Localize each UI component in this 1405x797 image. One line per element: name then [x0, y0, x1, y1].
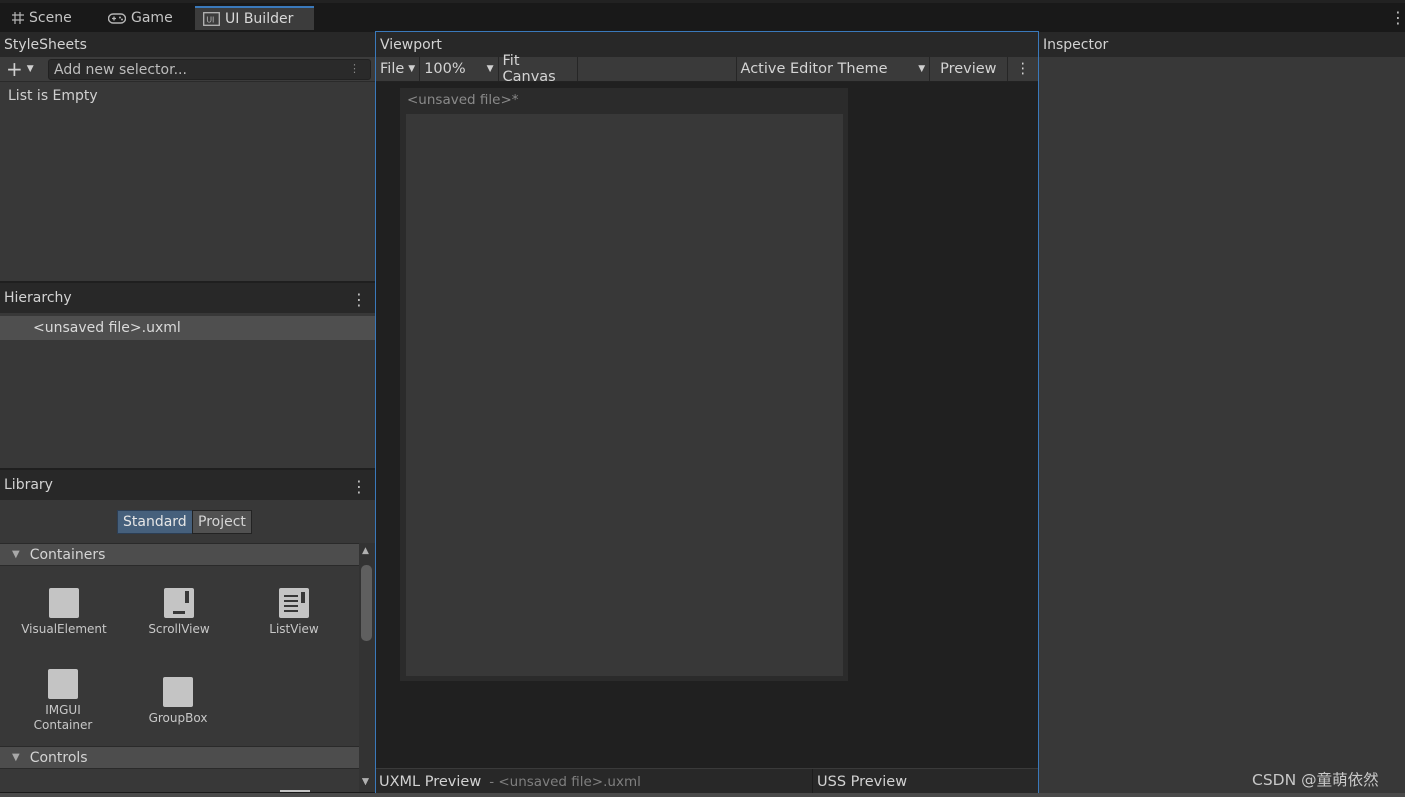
library-scrollbar-thumb[interactable]	[361, 565, 372, 641]
library-item-scrollview[interactable]: ScrollView	[129, 588, 229, 637]
fit-canvas-label: Fit Canvas	[502, 53, 556, 85]
tab-ui-builder[interactable]: UI UI Builder	[195, 6, 314, 30]
tab-scene[interactable]: Scene	[4, 6, 80, 30]
add-selector-placeholder: Add new selector...	[54, 61, 187, 78]
inspector-title: Inspector	[1043, 36, 1109, 53]
theme-selected: Active Editor Theme	[740, 61, 888, 77]
tab-scene-label: Scene	[29, 10, 72, 26]
canvas-frame[interactable]: <unsaved file>*	[400, 88, 848, 681]
imgui-container-icon	[48, 669, 78, 699]
preview-label: Preview	[940, 61, 997, 77]
chevron-down-icon: ▼	[486, 64, 494, 74]
hierarchy-header: Hierarchy ⋮	[0, 283, 375, 313]
library-title: Library	[4, 477, 53, 493]
section-containers[interactable]: ▼ Containers	[0, 543, 359, 566]
scroll-view-icon	[164, 588, 194, 618]
uxml-preview-title: UXML Preview	[379, 774, 482, 790]
chevron-down-icon: ▼	[26, 64, 34, 74]
window-menu-dots-icon[interactable]: ⋮	[1390, 10, 1405, 26]
plus-icon: +	[6, 57, 23, 81]
preview-toggle[interactable]: Preview	[930, 57, 1008, 81]
watermark-text: CSDN @童萌依然	[1252, 771, 1379, 789]
stylesheets-header: StyleSheets	[0, 32, 375, 57]
preview-divider	[812, 769, 813, 793]
toolbar-spacer	[577, 57, 736, 81]
bottom-border	[0, 793, 1405, 797]
collapse-triangle-icon[interactable]: ▼	[362, 777, 369, 787]
library-item-label: ListView	[269, 622, 319, 636]
scroll-up-icon[interactable]: ▲	[362, 546, 369, 556]
library-item-label: IMGUI Container	[33, 703, 93, 732]
library-item-label: GroupBox	[148, 711, 208, 725]
library-scrollbar[interactable]: ▲ ▼	[359, 543, 375, 792]
library-item-groupbox[interactable]: GroupBox	[128, 677, 228, 726]
library-tab-project[interactable]: Project	[192, 510, 252, 534]
chevron-down-icon: ▼	[408, 64, 416, 74]
stylesheets-empty-message: List is Empty	[8, 88, 98, 104]
tab-ui-builder-label: UI Builder	[225, 11, 294, 27]
chevron-down-icon: ▼	[918, 64, 926, 74]
library-tab-standard[interactable]: Standard	[117, 510, 193, 534]
canvas-document[interactable]	[406, 114, 843, 676]
uxml-preview-subtitle: - <unsaved file>.uxml	[489, 774, 641, 790]
library-item-imgui-container[interactable]: IMGUI Container	[13, 669, 113, 733]
zoom-value: 100%	[424, 61, 466, 77]
svg-text:UI: UI	[206, 16, 214, 25]
gamepad-icon	[108, 12, 126, 24]
inspector-header: Inspector	[1039, 32, 1405, 57]
library-menu-icon[interactable]: ⋮	[351, 477, 367, 496]
theme-dropdown[interactable]: Active Editor Theme ▼	[735, 57, 931, 81]
add-selector-input[interactable]: Add new selector... ⋮	[48, 59, 371, 80]
stylesheets-title: StyleSheets	[4, 36, 87, 53]
file-menu-button[interactable]: File ▼	[376, 57, 421, 81]
viewport-menu-dots-icon[interactable]: ⋮	[1007, 57, 1038, 81]
selector-options-icon: ⋮	[349, 62, 360, 75]
expand-triangle-icon: ▼	[12, 752, 20, 763]
hierarchy-item[interactable]: <unsaved file>.uxml	[0, 316, 375, 340]
uxml-preview-header[interactable]: UXML Preview - <unsaved file>.uxml	[379, 774, 641, 790]
visual-element-icon	[49, 588, 79, 618]
library-item-listview[interactable]: ListView	[244, 588, 344, 637]
hierarchy-title: Hierarchy	[4, 290, 72, 306]
canvas-title: <unsaved file>*	[407, 92, 519, 108]
add-stylesheet-button[interactable]: + ▼	[6, 57, 34, 81]
library-item-label: VisualElement	[21, 622, 107, 636]
grid-icon	[12, 12, 24, 24]
library-header: Library ⋮	[0, 470, 375, 500]
group-box-icon	[163, 677, 193, 707]
tab-game[interactable]: Game	[100, 6, 181, 30]
expand-triangle-icon: ▼	[12, 549, 20, 560]
file-menu-label: File	[380, 61, 405, 77]
list-view-icon	[279, 588, 309, 618]
zoom-dropdown[interactable]: 100% ▼	[420, 57, 499, 81]
section-controls[interactable]: ▼ Controls	[0, 746, 359, 769]
hierarchy-menu-icon[interactable]: ⋮	[351, 290, 367, 309]
stylesheets-panel: + ▼ Add new selector... ⋮ List is Empty	[0, 57, 375, 281]
ui-builder-icon: UI	[203, 12, 220, 26]
section-containers-label: Containers	[29, 546, 106, 563]
fit-canvas-button[interactable]: Fit Canvas	[498, 53, 578, 85]
hierarchy-item-label: <unsaved file>.uxml	[33, 320, 181, 336]
tab-game-label: Game	[131, 10, 173, 26]
library-item-visualelement[interactable]: VisualElement	[14, 588, 114, 637]
viewport-title: Viewport	[380, 36, 442, 53]
section-controls-label: Controls	[29, 749, 88, 766]
viewport-toolbar: File ▼ 100% ▼ Fit Canvas Active Editor T…	[376, 53, 1038, 85]
uss-preview-title[interactable]: USS Preview	[817, 774, 907, 790]
hierarchy-panel: <unsaved file>.uxml	[0, 313, 375, 468]
partial-item-icon	[280, 790, 310, 792]
viewport-header: Viewport	[376, 32, 1038, 57]
library-panel: Standard Project ▼ Containers VisualElem…	[0, 500, 375, 792]
inspector-panel	[1039, 57, 1405, 793]
library-item-label: ScrollView	[148, 622, 210, 636]
